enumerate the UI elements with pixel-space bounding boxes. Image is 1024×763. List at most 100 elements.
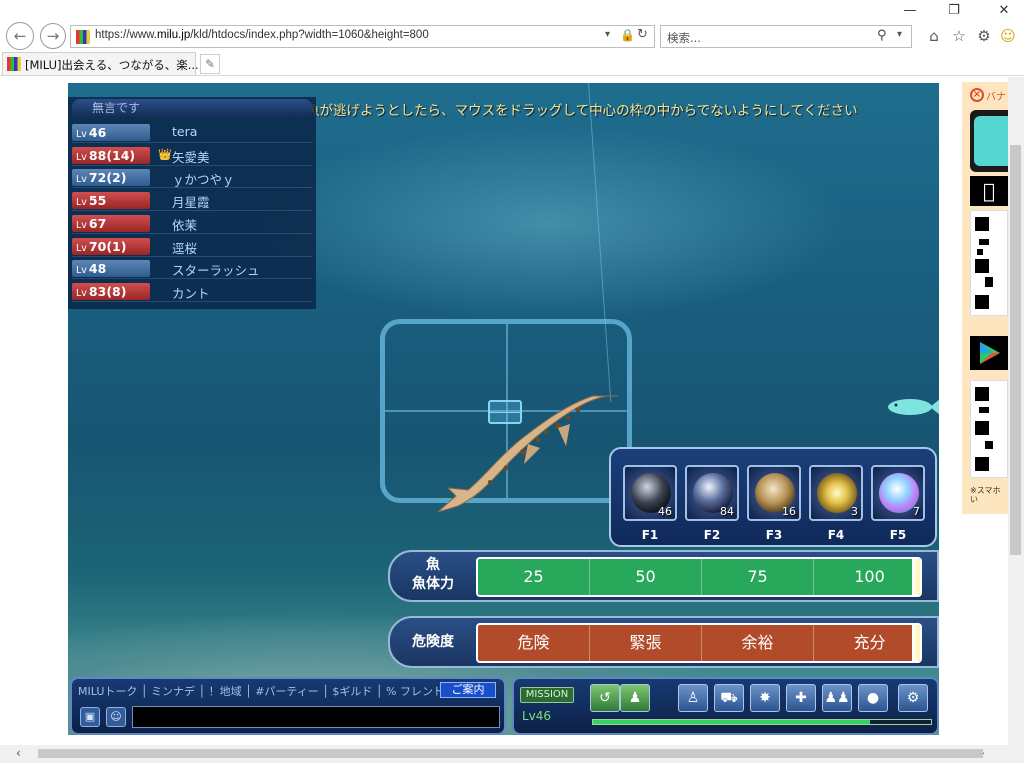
gauge-segment: 75 [702,559,814,595]
danger-gauge: 危険度 危険 緊張 余裕 充分 [388,616,939,668]
emoji-icon[interactable]: ☺ [106,707,126,727]
address-url[interactable]: https://www.milu.jp/kld/htdocs/index.php… [95,29,429,41]
gear-icon[interactable]: ⚙ [974,26,994,46]
chat-input[interactable] [132,706,500,728]
home-icon[interactable]: ⌂ [924,26,944,46]
apple-icon[interactable]:  [970,176,1008,206]
player-level-value: 83(8) [88,283,127,299]
pair-icon[interactable]: ♟♟ [822,684,852,712]
android-qr-code[interactable] [970,380,1008,478]
player-row[interactable]: Lv 70(1) 逕桜 [72,235,312,257]
search-box[interactable]: 検索... ⚲ ▾ [660,25,912,48]
chat-tabs[interactable]: MILUトーク │ ミンナデ │ ！地域 │ #パーティー │ $ギルド │ %… [78,683,444,699]
player-level-value: 48 [88,261,107,277]
fish-stamina-gauge: 魚 魚体力 25 50 75 100 [388,550,939,602]
search-dropdown-icon[interactable]: ▾ [897,29,902,40]
player-name: 矢愛美 [172,149,210,165]
add-friend-icon[interactable]: ✚ [786,684,816,712]
player-name: 逕桜 [172,240,198,256]
close-window-button[interactable]: ✕ [990,2,1018,20]
avatar-icon[interactable]: ♙ [678,684,708,712]
player-level-value: 70(1) [88,238,127,254]
close-banner-icon[interactable]: × [970,88,984,102]
stand-icon[interactable]: ♟ [620,684,650,712]
side-banner: × バナ  ※スマホ い [962,82,1008,514]
game-canvas[interactable]: 8/8 魚が逃げようとしたら、マウスをドラッグして中心の枠の中からでないようにし… [68,83,939,735]
danger-bar: 危険 緊張 余裕 充分 [476,623,922,663]
lv-prefix: Lv [76,219,87,231]
browser-tab[interactable]: [MILU]出会える、つながる、楽... [2,52,199,75]
player-row[interactable]: Lv 83(8) カント [72,280,312,302]
player-level-value: 88(14) [88,147,136,163]
stamina-label-line1: 魚 [426,557,440,573]
player-level-badge: Lv 83(8) [72,282,150,300]
vertical-scroll-thumb[interactable] [1010,145,1021,555]
gauge-segment: 余裕 [702,625,814,661]
gauge-segment: 充分 [814,625,920,661]
mission-button[interactable]: MISSION [520,687,574,703]
player-row[interactable]: Lv 88(14) 👑 矢愛美 [72,144,312,166]
action-bar: MISSION Lv46 ↺ ♟ ♙ ⛟ ✸ ✚ ♟♟ ● ⚙ [512,677,939,735]
player-name: 依茉 [172,217,198,233]
item-slot-f1[interactable]: 46 [623,465,677,521]
play-triangle-icon [980,342,1000,364]
player-name: 月星霞 [172,195,210,211]
return-icon[interactable]: ↺ [590,684,620,712]
url-prefix: https://www. [95,29,157,41]
forward-icon[interactable]: → [40,23,66,49]
new-tab-icon[interactable]: ✎ [200,54,220,74]
tab-favicon [7,57,21,71]
window-icon[interactable]: ▣ [80,707,100,727]
refresh-icon[interactable]: ↻ [637,27,648,42]
item-slot-f5[interactable]: 7 [871,465,925,521]
item-slot-f4[interactable]: 3 [809,465,863,521]
tab-title: [MILU]出会える、つながる、楽... [25,58,199,72]
lv-prefix: Lv [76,287,87,299]
player-level-value: 67 [88,215,107,231]
gauge-segment: 25 [478,559,590,595]
player-level-value: 46 [88,125,107,140]
player-level-value: 72(2) [88,170,127,186]
dropdown-icon[interactable]: ▾ [605,29,610,40]
google-play-icon[interactable] [970,336,1008,370]
player-list-header: 無言です [72,99,312,117]
lv-prefix: Lv [76,197,87,209]
lv-prefix: Lv [76,265,87,277]
player-level-badge: Lv 48 [72,260,150,278]
player-row[interactable]: Lv 55 月星霞 [72,189,312,212]
back-icon[interactable]: ← [6,22,34,50]
stamina-label-line2: 魚体力 [412,576,454,592]
scroll-left-icon[interactable]: ‹ [16,746,21,760]
guide-button[interactable]: ご案内 [440,682,496,698]
player-row[interactable]: Lv 46 tera [72,121,312,143]
minimize-button[interactable]: — [896,2,924,20]
restore-button[interactable]: ❐ [940,2,968,20]
gauge-segment: 危険 [478,625,590,661]
item-key-label: F4 [827,528,845,542]
small-fish[interactable] [884,395,939,419]
lv-prefix: Lv [76,242,87,254]
player-row[interactable]: Lv 72(2) ｙかつやｙ [72,166,312,189]
player-level-badge: Lv 55 [72,192,150,210]
app-icon-banner[interactable] [970,110,1008,172]
player-name: スターラッシュ [172,263,260,279]
address-bar[interactable]: https://www.milu.jp/kld/htdocs/index.php… [70,25,655,48]
settings-icon[interactable]: ⚙ [898,684,928,712]
shark-fish[interactable] [428,388,628,518]
chat-bubble-icon[interactable]: ● [858,684,888,712]
smiley-icon[interactable]: ☺ [998,26,1018,46]
player-row[interactable]: Lv 67 依茉 [72,212,312,234]
star-icon[interactable]: ☆ [949,26,969,46]
lock-icon[interactable]: 🔒 [620,28,635,42]
player-row[interactable]: Lv 48 スターラッシュ [72,257,312,280]
player-level-badge: Lv 46 [72,124,150,141]
crown-icon: 👑 [158,147,172,161]
url-domain: milu.jp [157,29,191,41]
ios-qr-code[interactable] [970,210,1008,316]
item-slot-f3[interactable]: 16 [747,465,801,521]
sparkle-icon[interactable]: ✸ [750,684,780,712]
horizontal-scroll-thumb[interactable] [38,749,983,758]
car-icon[interactable]: ⛟ [714,684,744,712]
search-icon[interactable]: ⚲ [877,28,887,43]
item-slot-f2[interactable]: 84 [685,465,739,521]
